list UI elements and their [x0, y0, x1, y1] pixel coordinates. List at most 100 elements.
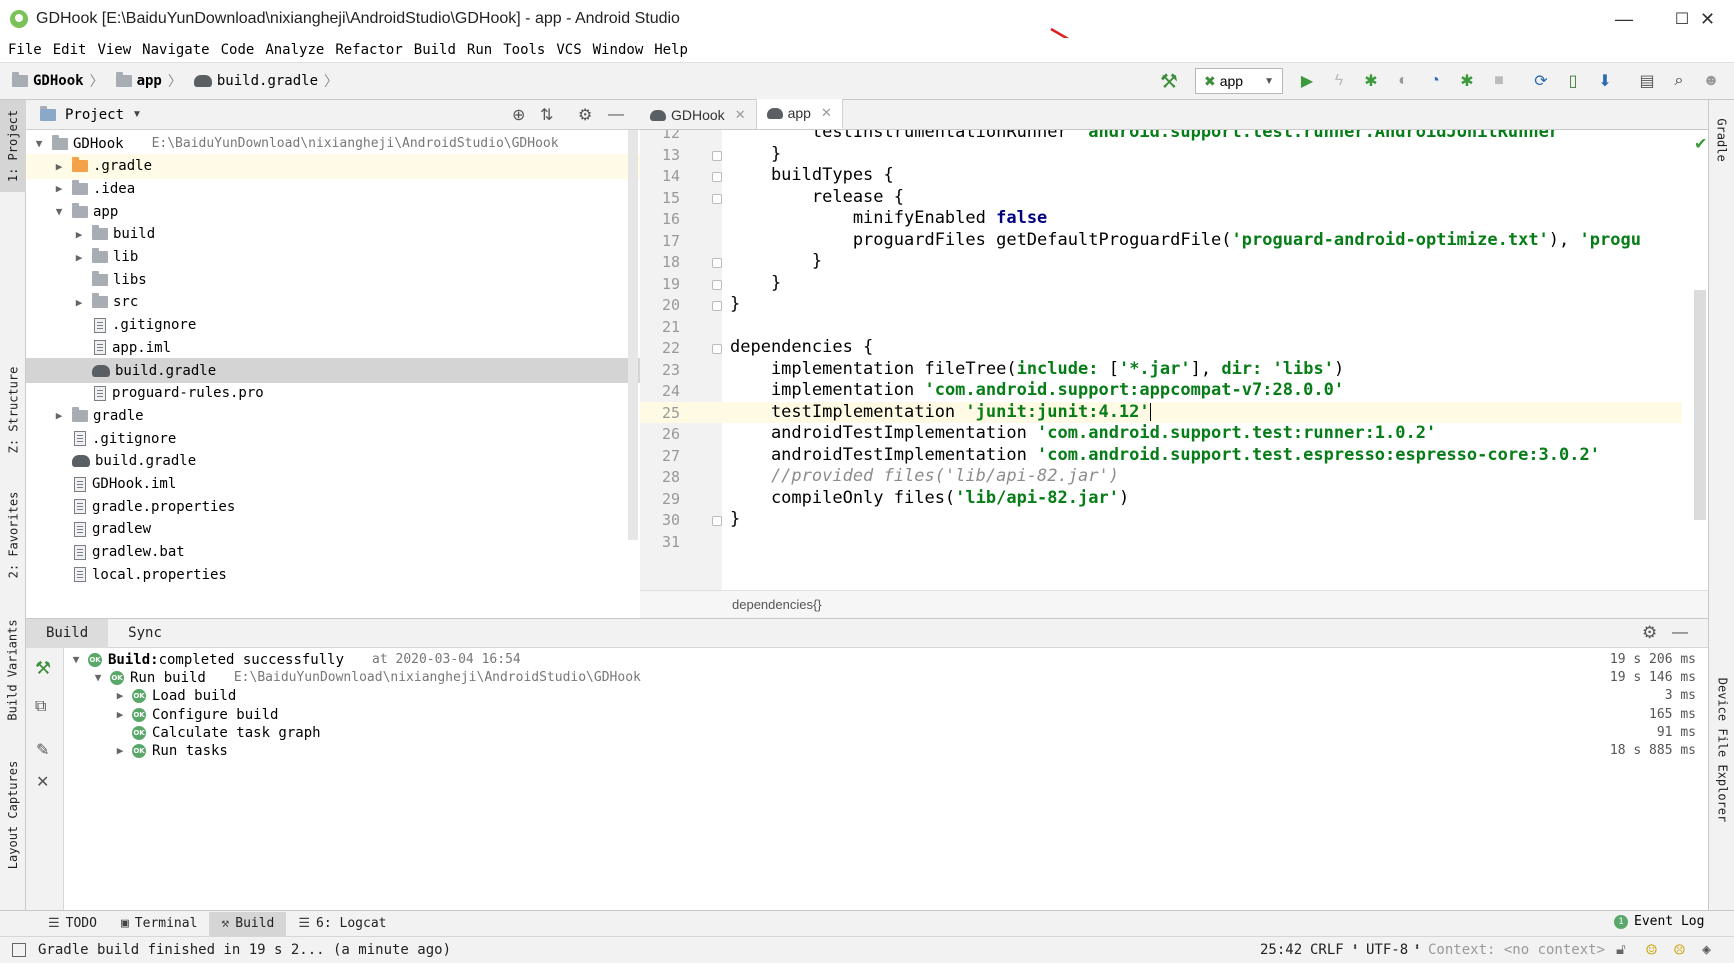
- tree-item[interactable]: ▶app.iml: [26, 335, 640, 360]
- chevron-right-icon[interactable]: ▶: [52, 182, 66, 195]
- tree-item[interactable]: ▶ .gradle: [26, 153, 640, 179]
- menu-item-code[interactable]: Code: [221, 42, 255, 58]
- tree-item[interactable]: ▼ app: [26, 199, 640, 224]
- make-project-hammer-icon[interactable]: ⚒: [1158, 70, 1180, 93]
- chevron-down-icon[interactable]: ▼: [68, 650, 84, 670]
- run-icon[interactable]: ▶: [1296, 70, 1318, 92]
- project-view-select[interactable]: Project: [65, 107, 124, 123]
- chevron-down-icon[interactable]: ▼: [132, 109, 142, 120]
- favorites-tool-tab[interactable]: 2: Favorites: [0, 480, 26, 590]
- chevron-right-icon[interactable]: ▶: [112, 741, 128, 761]
- build-tree-item[interactable]: ▶ OK Run tasks: [112, 741, 228, 761]
- file-encoding[interactable]: UTF-8: [1366, 942, 1408, 958]
- avd-manager-icon[interactable]: ▯: [1562, 70, 1584, 92]
- project-tool-tab[interactable]: 1: Project: [0, 100, 26, 192]
- minimize-button[interactable]: —: [1594, 0, 1654, 38]
- close-icon[interactable]: ✕: [36, 772, 49, 792]
- profile-icon[interactable]: ◔: [1424, 70, 1446, 92]
- stop-icon[interactable]: ■: [1488, 70, 1510, 92]
- chevron-right-icon[interactable]: ▶: [72, 296, 86, 309]
- menu-item-refactor[interactable]: Refactor: [335, 42, 402, 58]
- tree-item[interactable]: ▶ build: [26, 222, 640, 247]
- structure-tool-tab[interactable]: Z: Structure: [0, 350, 26, 470]
- tree-item[interactable]: ▼ GDHook E:\BaiduYunDownload\nixiangheji\A…: [26, 131, 640, 156]
- event-log-button[interactable]: 1 Event Log: [1614, 914, 1704, 929]
- device-file-explorer-tool-tab[interactable]: Device File Explorer: [1709, 660, 1734, 840]
- tree-item[interactable]: ▶.gitignore: [26, 426, 640, 451]
- menu-item-run[interactable]: Run: [467, 42, 492, 58]
- caret-position[interactable]: 25:42: [1260, 942, 1302, 958]
- close-button[interactable]: ✕: [1700, 0, 1720, 38]
- build-tree-item[interactable]: ▼ OK Run build E:\BaiduYunDownload\nixiangh…: [90, 668, 641, 688]
- tree-item[interactable]: ▶gradle.properties: [26, 494, 640, 519]
- breadcrumb-file[interactable]: build.gradle 〉: [193, 71, 338, 91]
- hide-pane-icon[interactable]: —: [608, 106, 624, 124]
- tool-window-terminal[interactable]: ▣ Terminal: [109, 912, 209, 936]
- editor-breadcrumb[interactable]: dependencies{}: [640, 590, 1708, 618]
- fold-marker-icon[interactable]: [712, 344, 722, 354]
- run-configuration-select[interactable]: ✖ app ▼: [1195, 68, 1283, 94]
- breadcrumb-project[interactable]: GDHook 〉: [12, 71, 104, 91]
- lock-icon[interactable]: 🔓︎: [1616, 940, 1626, 958]
- fold-marker-icon[interactable]: [712, 258, 722, 268]
- tree-item[interactable]: ▶ gradle: [26, 403, 640, 428]
- fold-marker-icon[interactable]: [712, 150, 722, 161]
- gear-icon[interactable]: ⚙: [1642, 623, 1657, 643]
- notifications-icon[interactable]: ◈: [1702, 940, 1711, 958]
- tree-item[interactable]: ▶proguard-rules.pro: [26, 381, 640, 406]
- tree-item[interactable]: ▶build.gradle: [26, 358, 640, 383]
- chevron-down-icon[interactable]: ▼: [90, 668, 106, 688]
- build-tree-item[interactable]: ▶ OK Load build: [112, 686, 237, 706]
- layout-captures-tool-tab[interactable]: Layout Captures: [0, 750, 26, 880]
- tree-item[interactable]: ▶gradlew: [26, 517, 640, 542]
- context-indicator[interactable]: Context: <no context>: [1428, 942, 1605, 958]
- user-avatar-icon[interactable]: ☻: [1700, 70, 1722, 92]
- close-icon[interactable]: ✕: [821, 105, 832, 121]
- menu-item-tools[interactable]: Tools: [503, 42, 545, 58]
- gear-icon[interactable]: ⚙: [578, 105, 592, 125]
- build-tree-item[interactable]: ▶ OK Configure build: [112, 705, 279, 725]
- breadcrumb-module[interactable]: app 〉: [115, 71, 182, 91]
- tree-item[interactable]: ▶ lib: [26, 245, 640, 270]
- pin-icon[interactable]: ✎: [36, 740, 49, 760]
- happy-face-icon[interactable]: ☺: [1646, 940, 1657, 961]
- tool-window-logcat[interactable]: ☰ 6: Logcat: [286, 912, 398, 936]
- build-tree-item[interactable]: ▶OKCalculate task graph: [112, 723, 321, 743]
- menu-item-help[interactable]: Help: [654, 42, 688, 58]
- fold-marker-icon[interactable]: [712, 301, 722, 311]
- fold-marker-icon[interactable]: [712, 516, 722, 526]
- locate-file-icon[interactable]: ⊕: [512, 105, 525, 125]
- tree-item[interactable]: ▶.gitignore: [26, 313, 640, 338]
- menu-item-analyze[interactable]: Analyze: [265, 42, 324, 58]
- tab-build[interactable]: Build: [26, 618, 109, 648]
- debug-icon[interactable]: ✱: [1360, 70, 1382, 92]
- tree-item[interactable]: ▶build.gradle: [26, 449, 640, 474]
- close-icon[interactable]: ✕: [735, 107, 746, 123]
- chevron-right-icon[interactable]: ▶: [72, 251, 86, 264]
- menu-item-edit[interactable]: Edit: [53, 42, 87, 58]
- status-message[interactable]: Gradle build finished in 19 s 2... (a mi…: [38, 942, 451, 958]
- tab-sync[interactable]: Sync: [108, 619, 182, 648]
- tool-window-build[interactable]: ⚒ Build: [209, 911, 287, 936]
- chevron-right-icon[interactable]: ▶: [52, 160, 66, 173]
- tree-item[interactable]: ▶local.properties: [26, 562, 640, 587]
- tree-item[interactable]: ▶GDHook.iml: [26, 472, 640, 497]
- tree-item[interactable]: ▶ src: [26, 290, 640, 315]
- tree-item[interactable]: ▶gradlew.bat: [26, 540, 640, 565]
- line-separator[interactable]: CRLF: [1310, 942, 1344, 958]
- chevron-right-icon[interactable]: ▶: [72, 228, 86, 241]
- coverage-icon[interactable]: ◐: [1392, 70, 1414, 92]
- chevron-right-icon[interactable]: ▶: [112, 686, 128, 706]
- menu-item-file[interactable]: File: [8, 42, 42, 58]
- sync-gradle-icon[interactable]: ⟳: [1530, 70, 1552, 92]
- menu-item-view[interactable]: View: [97, 42, 131, 58]
- search-icon[interactable]: ⌕: [1668, 70, 1690, 92]
- chevron-down-icon[interactable]: ▼: [52, 205, 66, 218]
- menu-item-build[interactable]: Build: [414, 42, 456, 58]
- sdk-manager-icon[interactable]: ⬇: [1594, 70, 1616, 92]
- toggle-view-icon[interactable]: ⧉: [35, 698, 46, 716]
- menu-item-window[interactable]: Window: [593, 42, 644, 58]
- fold-marker-icon[interactable]: [712, 172, 722, 182]
- tree-item[interactable]: ▶libs: [26, 267, 640, 292]
- attach-debugger-icon[interactable]: ✱: [1456, 70, 1478, 92]
